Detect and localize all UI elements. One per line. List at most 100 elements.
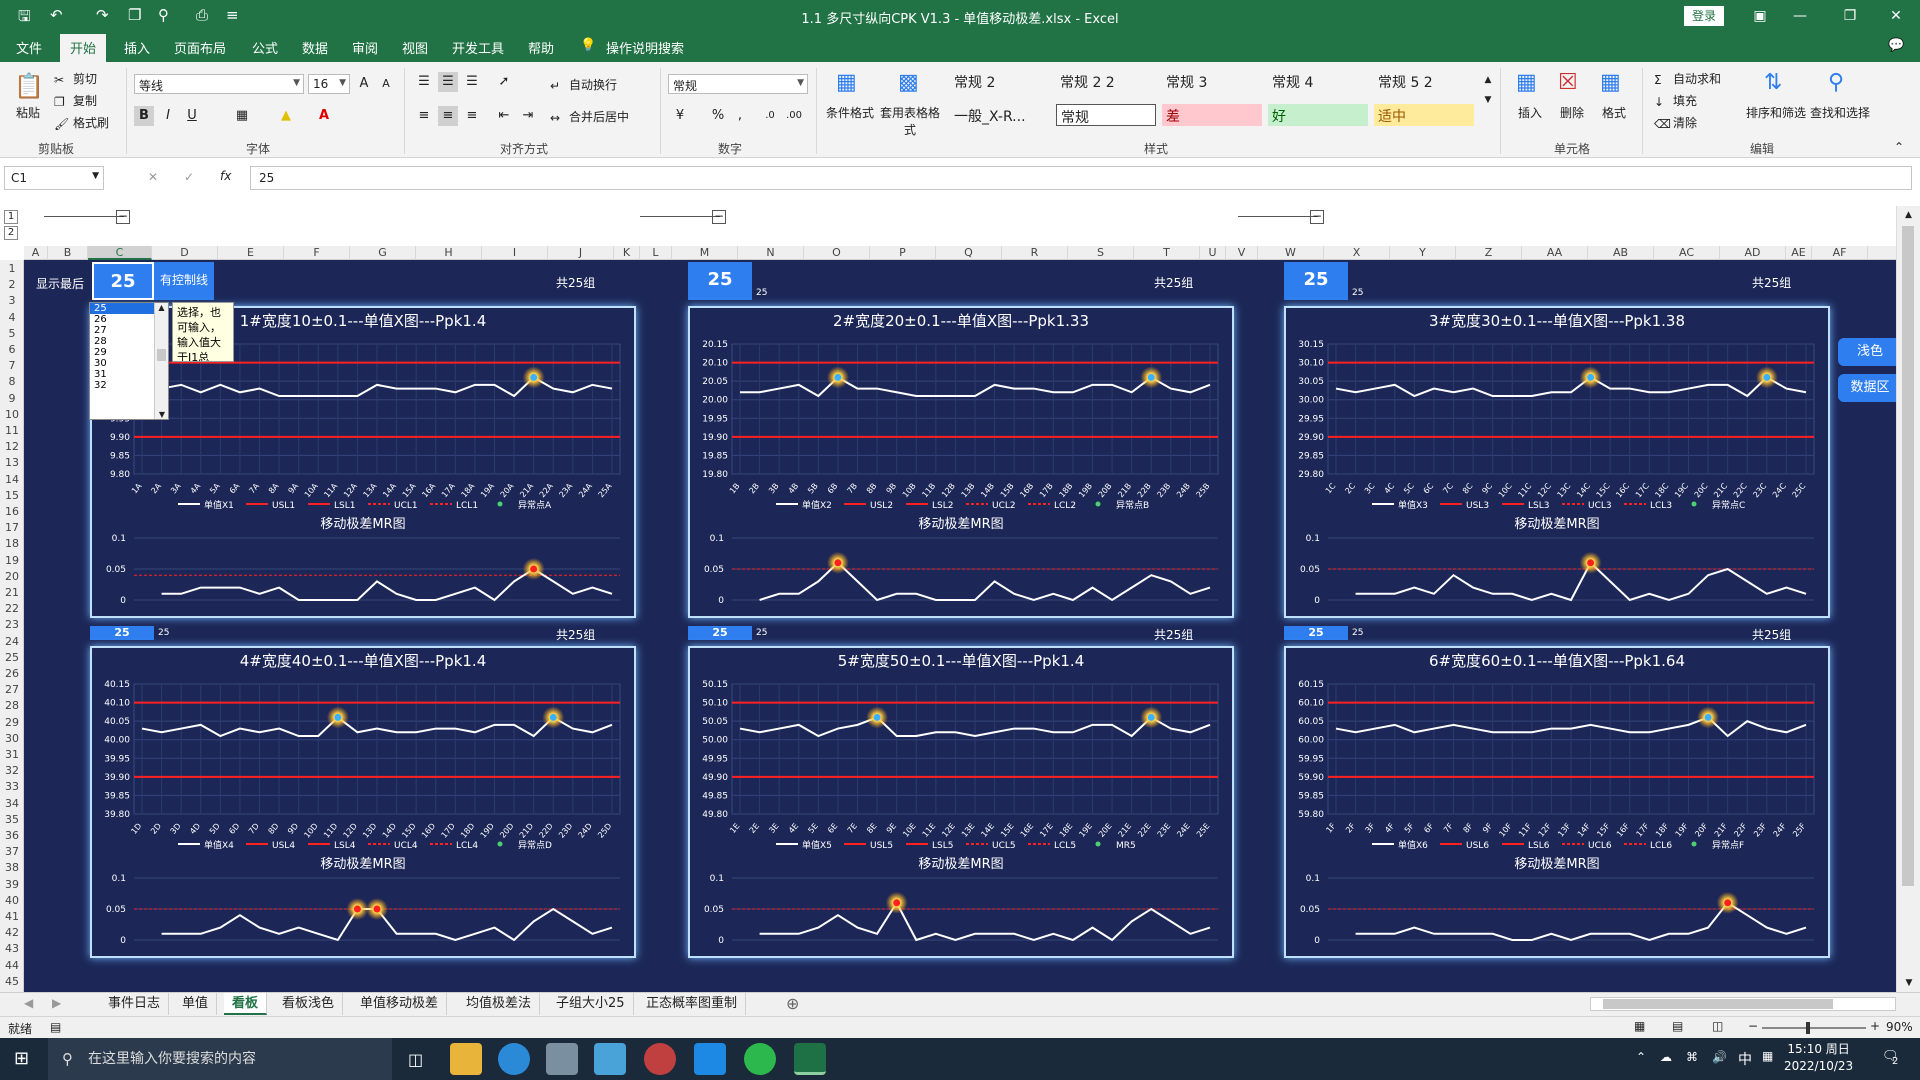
wrap-text-button[interactable]: ↵ 自动换行: [550, 76, 617, 93]
tab-review[interactable]: 审阅: [352, 38, 378, 57]
group-count-cell-5[interactable]: 25: [688, 626, 752, 640]
name-box[interactable]: C1 ▼: [4, 166, 104, 190]
find-select-button[interactable]: 查找和选择: [1810, 104, 1870, 121]
cell-style-swatch[interactable]: 差: [1162, 104, 1262, 126]
group-count-cell-4[interactable]: 25: [90, 626, 154, 640]
row-header[interactable]: 17: [0, 521, 24, 534]
tray-app-icon[interactable]: ☁: [1660, 1050, 1672, 1064]
sort-filter-button[interactable]: 排序和筛选: [1746, 104, 1806, 121]
vertical-scrollbar[interactable]: ▲ ▼: [1896, 206, 1920, 992]
column-header-t[interactable]: T: [1134, 246, 1200, 260]
row-header[interactable]: 13: [0, 456, 24, 469]
row-header[interactable]: 5: [0, 327, 24, 340]
light-theme-button[interactable]: 浅色: [1838, 338, 1896, 366]
row-header[interactable]: 12: [0, 440, 24, 453]
format-painter-button[interactable]: 🖌 格式刷: [54, 114, 109, 131]
column-header-k[interactable]: K: [614, 246, 640, 260]
volume-icon[interactable]: 🔊: [1712, 1050, 1727, 1064]
zoom-slider[interactable]: [1762, 1027, 1866, 1029]
scroll-thumb[interactable]: [157, 349, 166, 361]
app-icon[interactable]: [644, 1043, 676, 1075]
sheet-tab[interactable]: 单值: [174, 993, 218, 1015]
app-icon[interactable]: [594, 1043, 626, 1075]
column-header-a[interactable]: A: [24, 246, 48, 260]
sheet-tab[interactable]: 事件日志: [100, 993, 170, 1015]
row-header[interactable]: 11: [0, 424, 24, 437]
cell-style-swatch[interactable]: 常规: [1056, 104, 1156, 126]
row-header[interactable]: 21: [0, 586, 24, 599]
row-header[interactable]: 30: [0, 732, 24, 745]
tab-view[interactable]: 视图: [402, 38, 428, 57]
scroll-down-icon[interactable]: ▼: [155, 410, 169, 419]
column-header-o[interactable]: O: [804, 246, 870, 260]
row-header[interactable]: 8: [0, 375, 24, 388]
row-header[interactable]: 41: [0, 910, 24, 923]
tab-formulas[interactable]: 公式: [252, 38, 278, 57]
collapse-group-icon[interactable]: −: [1310, 210, 1324, 224]
currency-icon[interactable]: ¥: [670, 106, 690, 126]
column-header-w[interactable]: W: [1258, 246, 1324, 260]
column-header-aa[interactable]: AA: [1522, 246, 1588, 260]
sheet-tab[interactable]: 均值极差法: [458, 993, 541, 1015]
font-color-icon[interactable]: A: [314, 106, 334, 126]
align-top-icon[interactable]: ☰: [414, 72, 434, 92]
row-header[interactable]: 27: [0, 683, 24, 696]
column-header-c[interactable]: C: [88, 246, 152, 260]
paste-button[interactable]: 粘贴: [16, 104, 40, 121]
row-header[interactable]: 29: [0, 716, 24, 729]
data-area-button[interactable]: 数据区: [1838, 374, 1896, 402]
row-header[interactable]: 4: [0, 311, 24, 324]
row-header[interactable]: 9: [0, 392, 24, 405]
comments-icon[interactable]: 💬: [1888, 38, 1904, 53]
chart-panel-6[interactable]: 6#宽度60±0.1---单值X图---Ppk1.64 60.15 60.10 60.…: [1284, 646, 1830, 958]
row-header[interactable]: 23: [0, 618, 24, 631]
row-header[interactable]: 6: [0, 343, 24, 356]
row-header[interactable]: 33: [0, 780, 24, 793]
column-header-z[interactable]: Z: [1456, 246, 1522, 260]
insert-function-button[interactable]: fx: [220, 169, 231, 183]
excel-taskbar-icon[interactable]: [794, 1043, 826, 1075]
row-header[interactable]: 1: [0, 262, 24, 275]
column-header-b[interactable]: B: [48, 246, 88, 260]
align-bottom-icon[interactable]: ☰: [462, 72, 482, 92]
copy-button[interactable]: ❐ 复制: [54, 92, 97, 109]
row-header[interactable]: 32: [0, 764, 24, 777]
cut-button[interactable]: ✂ 剪切: [54, 70, 97, 87]
app-icon[interactable]: [694, 1043, 726, 1075]
column-header-e[interactable]: E: [218, 246, 284, 260]
row-header[interactable]: 44: [0, 959, 24, 972]
grow-font-button[interactable]: A: [354, 74, 374, 94]
align-middle-icon[interactable]: ☰: [438, 72, 458, 92]
add-sheet-icon[interactable]: ⊕: [786, 994, 799, 1013]
zoom-in-icon[interactable]: +: [1870, 1019, 1880, 1033]
page-break-view-icon[interactable]: ◫: [1712, 1019, 1723, 1033]
ribbon-display-icon[interactable]: ▣: [1740, 4, 1780, 28]
row-header[interactable]: 38: [0, 861, 24, 874]
control-line-toggle[interactable]: 有控制线: [154, 262, 214, 300]
file-explorer-icon[interactable]: [450, 1043, 482, 1075]
bold-button[interactable]: B: [134, 106, 154, 126]
row-header[interactable]: 36: [0, 829, 24, 842]
app-icon[interactable]: [546, 1043, 578, 1075]
collapse-ribbon-icon[interactable]: ⌃: [1894, 140, 1904, 154]
row-header[interactable]: 10: [0, 408, 24, 421]
percent-button[interactable]: %: [708, 106, 728, 126]
column-header-m[interactable]: M: [672, 246, 738, 260]
underline-button[interactable]: U: [182, 106, 202, 126]
sheet-tab[interactable]: 看板浅色: [274, 993, 344, 1015]
page-layout-view-icon[interactable]: ▤: [1672, 1019, 1683, 1033]
row-header[interactable]: 45: [0, 975, 24, 988]
prev-sheet-icon[interactable]: ◀: [24, 996, 33, 1010]
row-header[interactable]: 2: [0, 278, 24, 291]
cell-style-swatch[interactable]: 常规 4: [1268, 70, 1368, 92]
column-header-n[interactable]: N: [738, 246, 804, 260]
cell-style-swatch[interactable]: 常规 2: [950, 70, 1050, 92]
dashboard-sheet[interactable]: 显示最后 25 ▼ 有控制线 共25组 25 25 共25组 25 25 共25…: [24, 260, 1896, 992]
row-header[interactable]: 25: [0, 651, 24, 664]
merge-center-button[interactable]: ↔ 合并后居中: [550, 108, 629, 125]
dropdown-scrollbar[interactable]: ▲ ▼: [154, 303, 168, 419]
cell-style-swatch[interactable]: 常规 2 2: [1056, 70, 1156, 92]
row-header[interactable]: 3: [0, 294, 24, 307]
row-header[interactable]: 15: [0, 489, 24, 502]
group-count-cell-6[interactable]: 25: [1284, 626, 1348, 640]
